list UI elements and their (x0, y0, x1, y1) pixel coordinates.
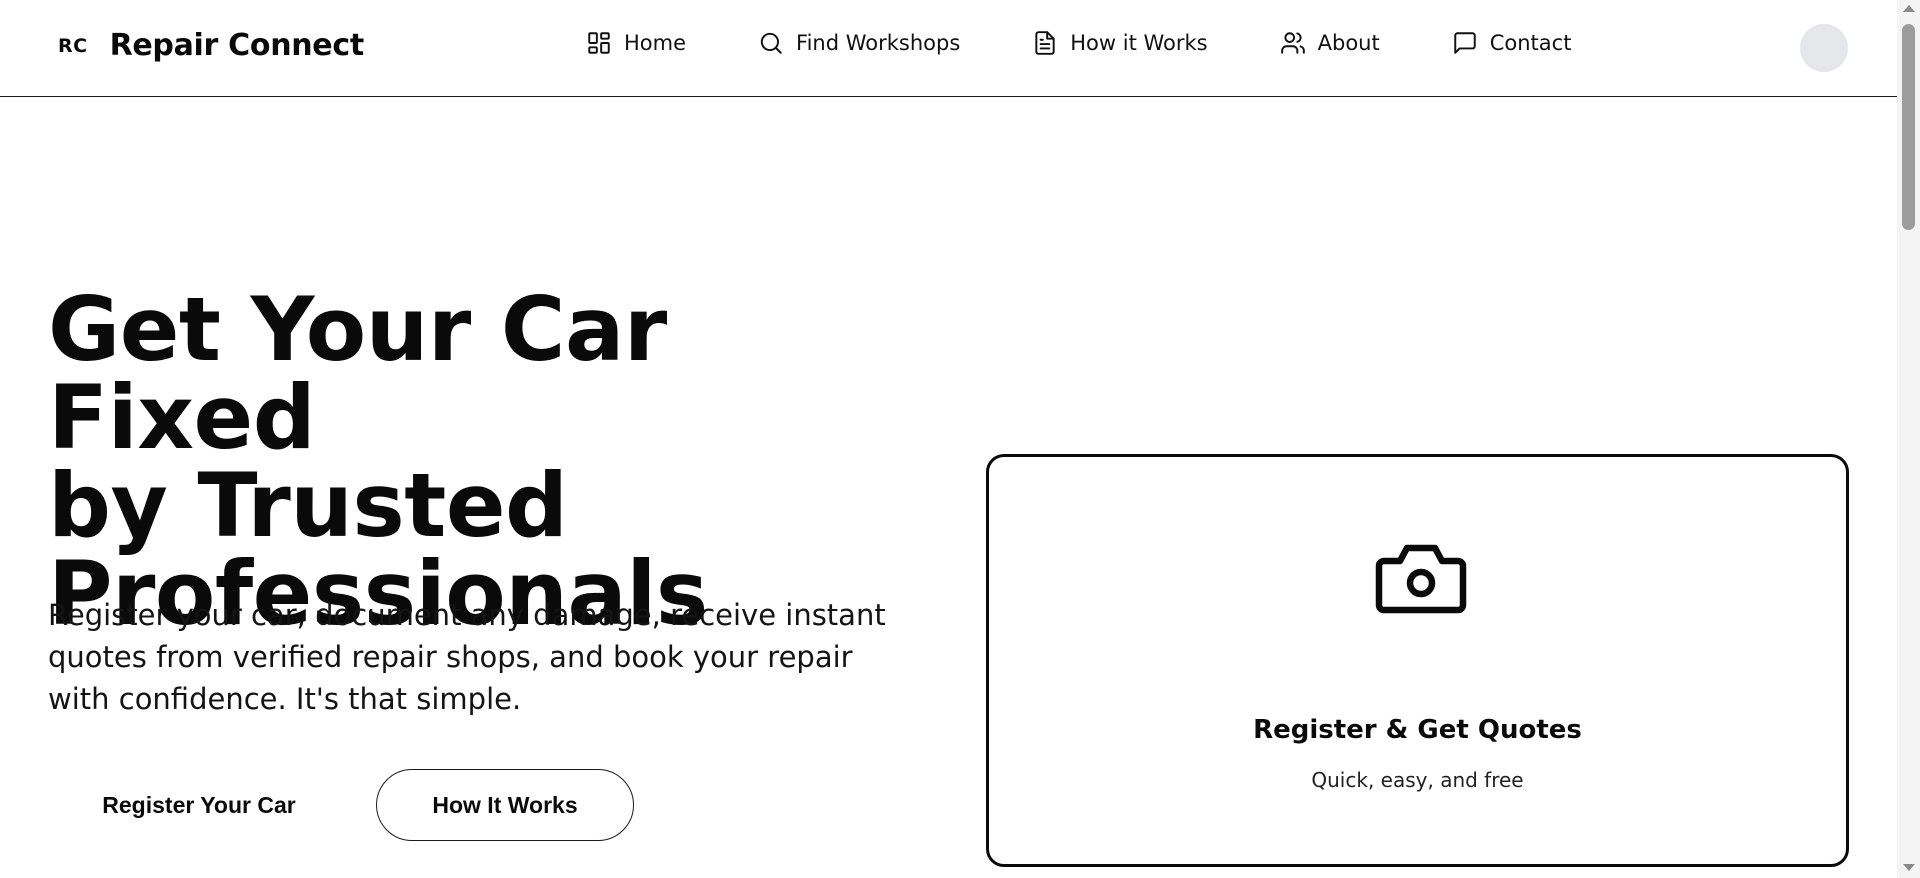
grid-icon (588, 32, 610, 54)
search-icon (760, 32, 782, 54)
how-it-works-button[interactable]: How It Works (376, 769, 634, 841)
document-icon (1035, 31, 1055, 55)
nav-item-label: How it Works (1070, 31, 1208, 55)
brand-name: Repair Connect (109, 28, 365, 63)
nav-item-how-it-works[interactable]: How it Works (1032, 30, 1208, 56)
nav-item-label: Find Workshops (796, 31, 961, 55)
users-icon (1280, 32, 1305, 54)
top-navbar: RC Repair Connect Home Find Workshops Ho… (0, 0, 1897, 97)
register-car-button[interactable]: Register Your Car (48, 769, 350, 841)
brand-logo: RC (58, 34, 88, 57)
message-icon (1453, 32, 1476, 54)
page: RC Repair Connect Home Find Workshops Ho… (0, 0, 1897, 878)
hero-subtitle: Register your car, document any damage, … (48, 598, 886, 716)
nav-item-label: Contact (1489, 31, 1572, 55)
nav-item-label: About (1317, 31, 1380, 55)
scroll-down-arrow-icon[interactable] (1903, 864, 1915, 871)
nav-item-contact[interactable]: Contact (1452, 30, 1572, 56)
scroll-up-arrow-icon[interactable] (1903, 5, 1915, 12)
card-subtitle: Quick, easy, and free (1311, 768, 1524, 792)
camera-icon (1375, 544, 1467, 614)
avatar[interactable] (1800, 24, 1848, 72)
nav-item-label: Home (624, 31, 687, 55)
nav-item-home[interactable]: Home (586, 30, 686, 56)
hero-title: Get Your Car Fixed by Trusted Profession… (48, 286, 948, 638)
nav-item-find-workshops[interactable]: Find Workshops (758, 30, 960, 56)
vertical-scrollbar[interactable] (1897, 0, 1920, 878)
nav-item-about[interactable]: About (1280, 30, 1380, 56)
scroll-thumb[interactable] (1902, 24, 1915, 230)
register-quotes-card: Register & Get Quotes Quick, easy, and f… (986, 454, 1849, 867)
hero-title-line: Get Your Car Fixed (48, 278, 667, 469)
main-nav: Home Find Workshops How it Works About C… (586, 30, 1571, 56)
brand[interactable]: RC Repair Connect (58, 28, 364, 63)
card-title: Register & Get Quotes (1253, 715, 1582, 745)
